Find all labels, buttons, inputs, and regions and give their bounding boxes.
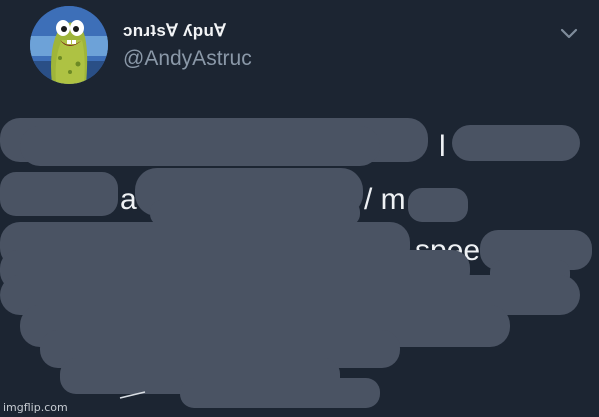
sea-creature-avatar-icon [30,6,108,84]
author-display-name[interactable]: ɔnɹʇsⱯ ʎpuⱯ [123,21,226,41]
tweet-text-fragment: l [439,130,446,163]
chevron-down-icon[interactable] [559,27,579,41]
tweet-card: ɔnɹʇsⱯ ʎpuⱯ @AndyAstruc l a / m speed im [0,0,599,417]
tweet-text-fragment: a [120,183,137,216]
author-handle[interactable]: @AndyAstruc [123,47,252,71]
avatar[interactable] [30,6,108,84]
watermark: imgflip.com [3,401,68,414]
tweet-text-fragment: speed [415,234,497,267]
tweet-text-fragment: / m [364,183,406,216]
